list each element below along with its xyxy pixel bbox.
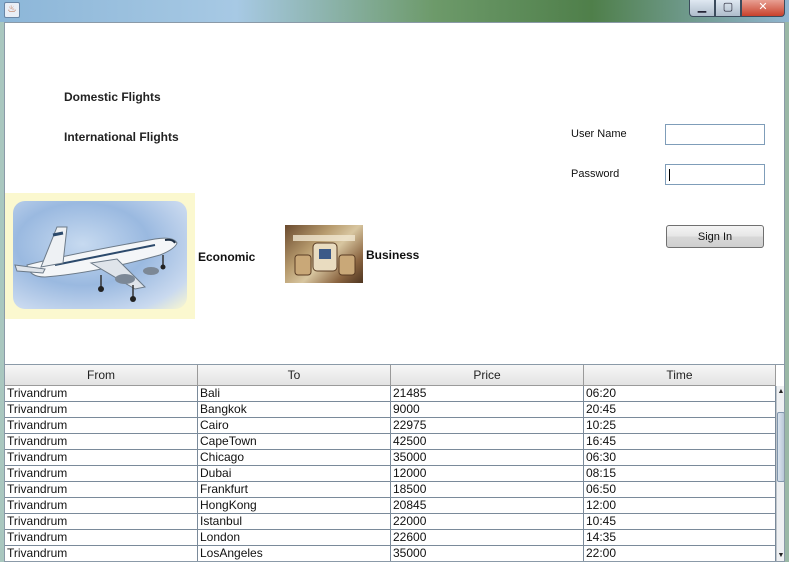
table-row[interactable]: Trivandrum Bangkok 9000 20:45 (5, 402, 776, 418)
table-header: From To Price Time (5, 365, 776, 386)
window-frame-right (785, 22, 789, 562)
table-row[interactable]: Trivandrum Dubai 12000 08:15 (5, 466, 776, 482)
cell-time[interactable]: 08:15 (584, 466, 776, 481)
table-row[interactable]: Trivandrum LosAngeles 35000 22:00 (5, 546, 776, 561)
cell-price[interactable]: 35000 (391, 450, 584, 465)
scroll-down-icon[interactable]: ▼ (777, 550, 784, 561)
cell-time[interactable]: 14:35 (584, 530, 776, 545)
username-label: User Name (571, 128, 627, 140)
cell-from[interactable]: Trivandrum (5, 546, 198, 561)
cell-price[interactable]: 12000 (391, 466, 584, 481)
cell-price[interactable]: 9000 (391, 402, 584, 417)
cell-from[interactable]: Trivandrum (5, 402, 198, 417)
cell-to[interactable]: Bali (198, 386, 391, 401)
cell-to[interactable]: CapeTown (198, 434, 391, 449)
cell-to[interactable]: Dubai (198, 466, 391, 481)
cell-time[interactable]: 10:25 (584, 418, 776, 433)
title-bar: ♨ ▁ ▢ ✕ (0, 0, 789, 22)
username-input[interactable] (665, 124, 765, 145)
cell-time[interactable]: 20:45 (584, 402, 776, 417)
cell-from[interactable]: Trivandrum (5, 482, 198, 497)
minimize-icon[interactable]: ▁ (689, 0, 715, 17)
table-body: Trivandrum Bali 21485 06:20 Trivandrum B… (5, 386, 776, 561)
cell-price[interactable]: 42500 (391, 434, 584, 449)
cell-from[interactable]: Trivandrum (5, 450, 198, 465)
business-cabin-image[interactable] (285, 225, 363, 283)
cell-to[interactable]: Bangkok (198, 402, 391, 417)
table-row[interactable]: Trivandrum London 22600 14:35 (5, 530, 776, 546)
column-header-from[interactable]: From (5, 365, 198, 386)
password-label: Password (571, 168, 620, 180)
window-controls: ▁ ▢ ✕ (689, 0, 785, 17)
cell-price[interactable]: 22600 (391, 530, 584, 545)
cabin-seat-icon (293, 235, 356, 276)
cell-from[interactable]: Trivandrum (5, 418, 198, 433)
cell-price[interactable]: 21485 (391, 386, 584, 401)
close-icon[interactable]: ✕ (741, 0, 785, 17)
cell-from[interactable]: Trivandrum (5, 514, 198, 529)
main-panel: Domestic Flights International Flights U… (4, 22, 785, 562)
economic-label[interactable]: Economic (198, 250, 255, 264)
cell-time[interactable]: 06:30 (584, 450, 776, 465)
cell-price[interactable]: 22975 (391, 418, 584, 433)
cell-from[interactable]: Trivandrum (5, 434, 198, 449)
economic-airplane-image[interactable] (5, 193, 195, 319)
business-label[interactable]: Business (366, 248, 419, 262)
cell-time[interactable]: 22:00 (584, 546, 776, 561)
cell-to[interactable]: LosAngeles (198, 546, 391, 561)
cell-price[interactable]: 20845 (391, 498, 584, 513)
cell-time[interactable]: 06:20 (584, 386, 776, 401)
column-header-to[interactable]: To (198, 365, 391, 386)
java-cup-icon[interactable]: ♨ (4, 2, 20, 18)
maximize-icon[interactable]: ▢ (715, 0, 741, 17)
cell-to[interactable]: Frankfurt (198, 482, 391, 497)
column-header-price[interactable]: Price (391, 365, 584, 386)
domestic-flights-link[interactable]: Domestic Flights (64, 90, 161, 104)
cell-price[interactable]: 22000 (391, 514, 584, 529)
cell-time[interactable]: 06:50 (584, 482, 776, 497)
cell-price[interactable]: 18500 (391, 482, 584, 497)
cell-from[interactable]: Trivandrum (5, 386, 198, 401)
table-row[interactable]: Trivandrum Bali 21485 06:20 (5, 386, 776, 402)
table-row[interactable]: Trivandrum CapeTown 42500 16:45 (5, 434, 776, 450)
cell-to[interactable]: Cairo (198, 418, 391, 433)
cell-time[interactable]: 10:45 (584, 514, 776, 529)
international-flights-link[interactable]: International Flights (64, 130, 179, 144)
cell-from[interactable]: Trivandrum (5, 530, 198, 545)
table-row[interactable]: Trivandrum Istanbul 22000 10:45 (5, 514, 776, 530)
column-header-time[interactable]: Time (584, 365, 776, 386)
airplane-icon (14, 226, 178, 302)
sign-in-button[interactable]: Sign In (666, 225, 764, 248)
table-row[interactable]: Trivandrum Frankfurt 18500 06:50 (5, 482, 776, 498)
cell-to[interactable]: Istanbul (198, 514, 391, 529)
table-scrollbar[interactable]: ▲ ▼ (776, 386, 784, 561)
cell-from[interactable]: Trivandrum (5, 498, 198, 513)
cell-time[interactable]: 16:45 (584, 434, 776, 449)
password-input[interactable] (665, 164, 765, 185)
cell-to[interactable]: London (198, 530, 391, 545)
scroll-thumb[interactable] (777, 412, 784, 482)
flights-table[interactable]: From To Price Time Trivandrum Bali 21485… (5, 364, 784, 561)
table-row[interactable]: Trivandrum Chicago 35000 06:30 (5, 450, 776, 466)
scroll-up-icon[interactable]: ▲ (777, 386, 784, 398)
cell-to[interactable]: Chicago (198, 450, 391, 465)
cell-from[interactable]: Trivandrum (5, 466, 198, 481)
cell-time[interactable]: 12:00 (584, 498, 776, 513)
text-caret (669, 169, 670, 181)
table-row[interactable]: Trivandrum Cairo 22975 10:25 (5, 418, 776, 434)
cell-to[interactable]: HongKong (198, 498, 391, 513)
table-row[interactable]: Trivandrum HongKong 20845 12:00 (5, 498, 776, 514)
cell-price[interactable]: 35000 (391, 546, 584, 561)
